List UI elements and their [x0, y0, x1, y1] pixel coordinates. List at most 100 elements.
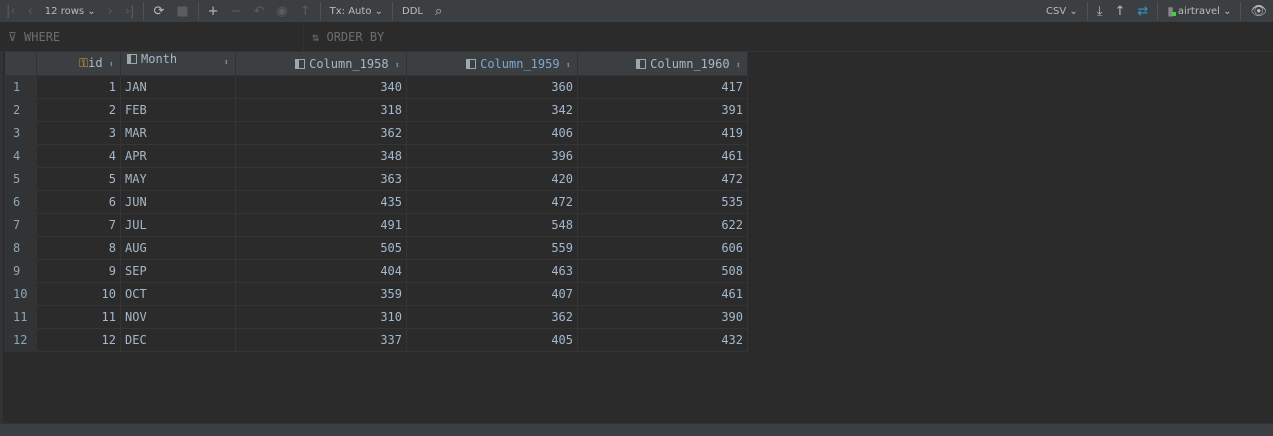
cell-month[interactable]: OCT: [120, 282, 236, 306]
row-number[interactable]: 7: [4, 213, 37, 237]
sort-icon[interactable]: ⬍: [224, 52, 229, 75]
cell-1959[interactable]: 360: [406, 75, 578, 99]
cell-1960[interactable]: 391: [577, 98, 748, 122]
cell-1960[interactable]: 606: [577, 236, 748, 260]
row-number[interactable]: 8: [4, 236, 37, 260]
cell-month[interactable]: AUG: [120, 236, 236, 260]
cell-1960[interactable]: 622: [577, 213, 748, 237]
cell-1959[interactable]: 406: [406, 121, 578, 145]
cell-month[interactable]: FEB: [120, 98, 236, 122]
cell-1959[interactable]: 559: [406, 236, 578, 260]
cell-month[interactable]: NOV: [120, 305, 236, 329]
row-number[interactable]: 10: [4, 282, 37, 306]
cell-1960[interactable]: 417: [577, 75, 748, 99]
table-row[interactable]: 2 2 FEB 318 342 391: [4, 98, 748, 122]
view-options-icon[interactable]: 👁: [1244, 0, 1273, 22]
cell-month[interactable]: SEP: [120, 259, 236, 283]
datasource-selector[interactable]: ▮ airtravel ⌄: [1161, 0, 1237, 22]
cell-month[interactable]: JUN: [120, 190, 236, 214]
export-format-selector[interactable]: CSV ⌄: [1040, 0, 1084, 22]
cell-1959[interactable]: 472: [406, 190, 578, 214]
cell-month[interactable]: MAR: [120, 121, 236, 145]
cell-id[interactable]: 5: [36, 167, 121, 191]
cell-1958[interactable]: 435: [235, 190, 407, 214]
table-row[interactable]: 10 10 OCT 359 407 461: [4, 282, 748, 306]
cell-1959[interactable]: 396: [406, 144, 578, 168]
row-number[interactable]: 6: [4, 190, 37, 214]
compare-icon[interactable]: ⇄: [1131, 0, 1154, 22]
cell-id[interactable]: 3: [36, 121, 121, 145]
cell-month[interactable]: JAN: [120, 75, 236, 99]
cell-1958[interactable]: 491: [235, 213, 407, 237]
column-header-1960[interactable]: Column_1960 ⬍: [577, 52, 748, 76]
preview-changes-icon[interactable]: ◉: [270, 0, 293, 22]
order-by-input[interactable]: ⇅ ORDER BY: [303, 22, 392, 52]
table-row[interactable]: 9 9 SEP 404 463 508: [4, 259, 748, 283]
cell-1959[interactable]: 420: [406, 167, 578, 191]
cell-id[interactable]: 6: [36, 190, 121, 214]
cell-1958[interactable]: 505: [235, 236, 407, 260]
column-header-1959[interactable]: Column_1959 ⬍: [406, 52, 578, 76]
row-number[interactable]: 2: [4, 98, 37, 122]
cell-1960[interactable]: 461: [577, 144, 748, 168]
row-number[interactable]: 12: [4, 328, 37, 352]
cell-id[interactable]: 2: [36, 98, 121, 122]
table-row[interactable]: 1 1 JAN 340 360 417: [4, 75, 748, 99]
column-header-month[interactable]: Month ⬍: [120, 52, 236, 76]
cell-1958[interactable]: 340: [235, 75, 407, 99]
row-number[interactable]: 3: [4, 121, 37, 145]
next-page-icon[interactable]: ›: [102, 0, 119, 22]
download-icon[interactable]: ⤓: [1091, 0, 1109, 22]
table-row[interactable]: 6 6 JUN 435 472 535: [4, 190, 748, 214]
cell-month[interactable]: MAY: [120, 167, 236, 191]
row-number[interactable]: 4: [4, 144, 37, 168]
where-input[interactable]: ⊽ WHERE: [8, 30, 60, 44]
cell-1958[interactable]: 404: [235, 259, 407, 283]
table-row[interactable]: 7 7 JUL 491 548 622: [4, 213, 748, 237]
rows-selector[interactable]: 12 rows ⌄: [39, 0, 102, 22]
table-row[interactable]: 3 3 MAR 362 406 419: [4, 121, 748, 145]
cell-id[interactable]: 10: [36, 282, 121, 306]
row-number[interactable]: 5: [4, 167, 37, 191]
cell-id[interactable]: 4: [36, 144, 121, 168]
cell-1958[interactable]: 363: [235, 167, 407, 191]
first-page-icon[interactable]: |‹: [0, 0, 22, 22]
upload-icon[interactable]: ↑: [1108, 0, 1131, 22]
submit-icon[interactable]: ↑: [294, 0, 317, 22]
table-row[interactable]: 8 8 AUG 505 559 606: [4, 236, 748, 260]
cell-id[interactable]: 1: [36, 75, 121, 99]
cell-month[interactable]: DEC: [120, 328, 236, 352]
table-row[interactable]: 12 12 DEC 337 405 432: [4, 328, 748, 352]
prev-page-icon[interactable]: ‹: [22, 0, 39, 22]
sort-icon[interactable]: ⬍: [736, 61, 741, 71]
cell-1959[interactable]: 548: [406, 213, 578, 237]
sort-icon[interactable]: ⬍: [566, 61, 571, 71]
ddl-button[interactable]: DDL: [396, 0, 429, 22]
last-page-icon[interactable]: ›|: [119, 0, 141, 22]
cell-id[interactable]: 9: [36, 259, 121, 283]
cell-month[interactable]: JUL: [120, 213, 236, 237]
search-icon[interactable]: ⌕: [429, 0, 448, 22]
cell-1960[interactable]: 472: [577, 167, 748, 191]
delete-row-icon[interactable]: −: [225, 0, 248, 22]
column-header-1958[interactable]: Column_1958 ⬍: [235, 52, 407, 76]
cell-1960[interactable]: 535: [577, 190, 748, 214]
add-row-icon[interactable]: +: [202, 0, 225, 22]
revert-icon[interactable]: ↶: [247, 0, 270, 22]
column-header-id[interactable]: ⚿id ⬍: [36, 52, 121, 76]
row-number[interactable]: 1: [4, 75, 37, 99]
stop-icon[interactable]: ■: [170, 0, 194, 22]
table-row[interactable]: 5 5 MAY 363 420 472: [4, 167, 748, 191]
cell-1959[interactable]: 407: [406, 282, 578, 306]
cell-1960[interactable]: 390: [577, 305, 748, 329]
refresh-icon[interactable]: ⟳: [147, 0, 170, 22]
cell-1960[interactable]: 432: [577, 328, 748, 352]
cell-month[interactable]: APR: [120, 144, 236, 168]
cell-1958[interactable]: 362: [235, 121, 407, 145]
cell-1959[interactable]: 362: [406, 305, 578, 329]
cell-1959[interactable]: 405: [406, 328, 578, 352]
cell-1960[interactable]: 508: [577, 259, 748, 283]
cell-id[interactable]: 7: [36, 213, 121, 237]
tx-mode-selector[interactable]: Tx: Auto ⌄: [324, 0, 389, 22]
cell-id[interactable]: 12: [36, 328, 121, 352]
